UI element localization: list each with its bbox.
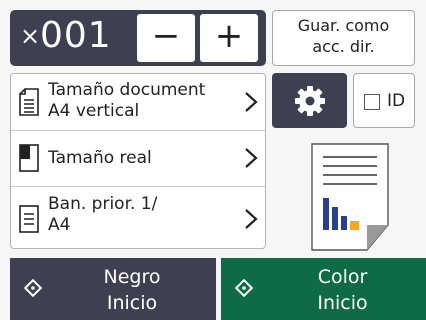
color-start-sublabel: Inicio xyxy=(317,292,368,314)
chevron-right-icon xyxy=(245,148,258,168)
shortcut-label-line2: acc. dir. xyxy=(312,37,375,56)
save-as-shortcut-button[interactable]: Guar. como acc. dir. xyxy=(272,10,415,66)
mono-start-sublabel: Inicio xyxy=(106,292,158,314)
id-copy-button[interactable]: ID xyxy=(353,73,415,128)
start-diamond-icon xyxy=(235,279,253,297)
decrease-copies-button[interactable]: − xyxy=(137,14,195,62)
mono-start-label: Negro xyxy=(103,266,161,288)
tray-priority-value: A4 xyxy=(48,215,71,235)
document-size-icon xyxy=(19,88,39,116)
enlarge-reduce-value: Tamaño real xyxy=(48,148,152,168)
copies-multiply-sign: × xyxy=(20,22,41,50)
list-item-document-size[interactable]: Tamaño document A4 vertical xyxy=(11,74,265,131)
tray-priority-label: Ban. prior. 1/ xyxy=(48,194,158,214)
chevron-right-icon xyxy=(245,92,258,112)
copies-value[interactable]: 001 xyxy=(40,16,112,56)
id-checkbox[interactable] xyxy=(364,94,380,110)
gear-icon xyxy=(295,86,325,116)
tray-priority-icon xyxy=(19,205,39,233)
mono-start-button[interactable]: Negro Inicio xyxy=(10,258,216,320)
increase-copies-button[interactable]: + xyxy=(200,14,258,62)
id-copy-label: ID xyxy=(387,91,406,111)
shortcut-label-line1: Guar. como xyxy=(297,16,390,35)
document-size-label: Tamaño document xyxy=(48,80,206,100)
chevron-right-icon xyxy=(245,209,258,229)
list-item-tray-priority[interactable]: Ban. prior. 1/ A4 xyxy=(11,187,265,248)
copy-settings-list: Tamaño document A4 vertical Tamaño real … xyxy=(10,73,266,249)
color-start-button[interactable]: Color Inicio xyxy=(221,258,426,320)
document-size-value: A4 vertical xyxy=(48,101,140,121)
list-item-enlarge-reduce[interactable]: Tamaño real xyxy=(11,131,265,187)
actual-size-icon xyxy=(19,144,39,172)
start-diamond-icon xyxy=(24,279,42,297)
copies-counter: × 001 − + xyxy=(10,10,266,66)
document-preview-icon xyxy=(311,143,389,251)
settings-button[interactable] xyxy=(272,73,347,128)
color-start-label: Color xyxy=(317,266,368,288)
